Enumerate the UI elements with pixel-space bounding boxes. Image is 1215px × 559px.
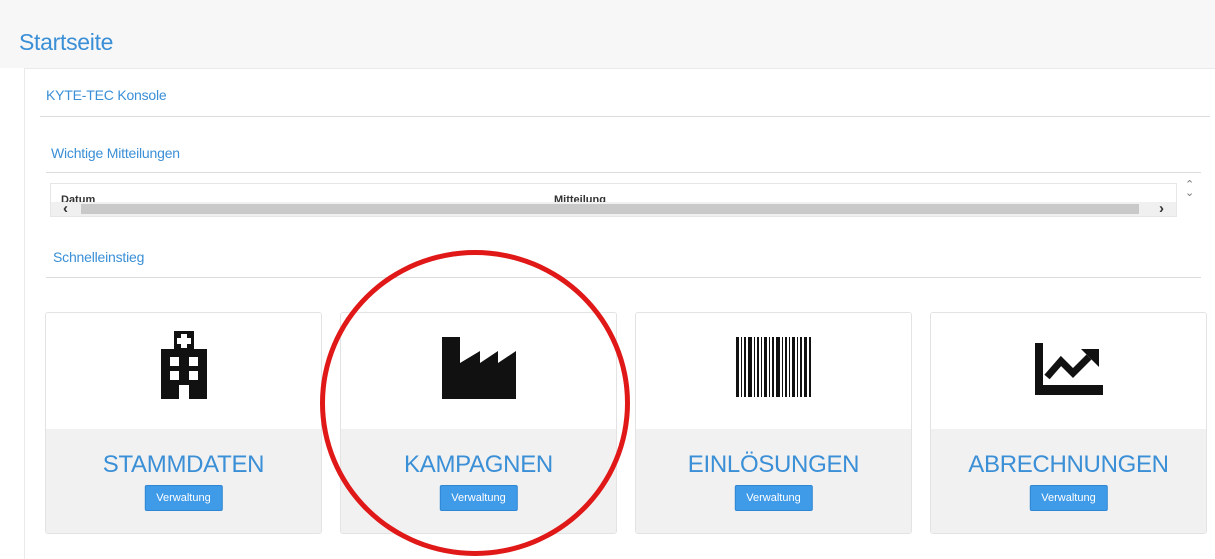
card-einloesungen: EINLÖSUNGEN Verwaltung <box>635 312 912 534</box>
card-title: STAMMDATEN <box>102 451 265 478</box>
card-stammdaten: STAMMDATEN Verwaltung <box>45 312 322 534</box>
scrollbar-thumb[interactable] <box>81 204 1139 214</box>
page-title: Startseite <box>19 29 114 55</box>
card-title: KAMPAGNEN <box>404 451 553 478</box>
quick-title: Schnelleinstieg <box>53 249 145 265</box>
panel-heading: KYTE-TEC Konsole <box>46 87 167 103</box>
hospital-building-icon <box>158 331 210 404</box>
divider <box>46 277 1201 278</box>
messages-table[interactable]: Datum Mitteilung ‹ › <box>50 183 1177 217</box>
scroll-right-icon[interactable]: › <box>1159 200 1164 216</box>
scroll-left-icon[interactable]: ‹ <box>63 200 68 216</box>
horizontal-scrollbar[interactable]: ‹ › <box>51 200 1176 216</box>
card-title: EINLÖSUNGEN <box>687 451 860 478</box>
chart-line-icon <box>1033 343 1105 400</box>
verwaltung-button[interactable]: Verwaltung <box>144 485 223 511</box>
verwaltung-button[interactable]: Verwaltung <box>439 485 518 511</box>
divider <box>40 116 1210 117</box>
divider <box>46 172 1201 173</box>
verwaltung-button[interactable]: Verwaltung <box>734 485 813 511</box>
card-title: ABRECHNUNGEN <box>968 451 1169 478</box>
card-abrechnungen: ABRECHNUNGEN Verwaltung <box>930 312 1207 534</box>
factory-icon <box>440 337 518 404</box>
barcode-icon <box>735 337 812 402</box>
vertical-scroll-icon[interactable]: ⌃ ⌄ <box>1185 180 1194 199</box>
messages-title: Wichtige Mitteilungen <box>51 145 180 161</box>
page-header: Startseite <box>0 0 1215 68</box>
card-kampagnen: KAMPAGNEN Verwaltung <box>340 312 617 534</box>
verwaltung-button[interactable]: Verwaltung <box>1029 485 1108 511</box>
